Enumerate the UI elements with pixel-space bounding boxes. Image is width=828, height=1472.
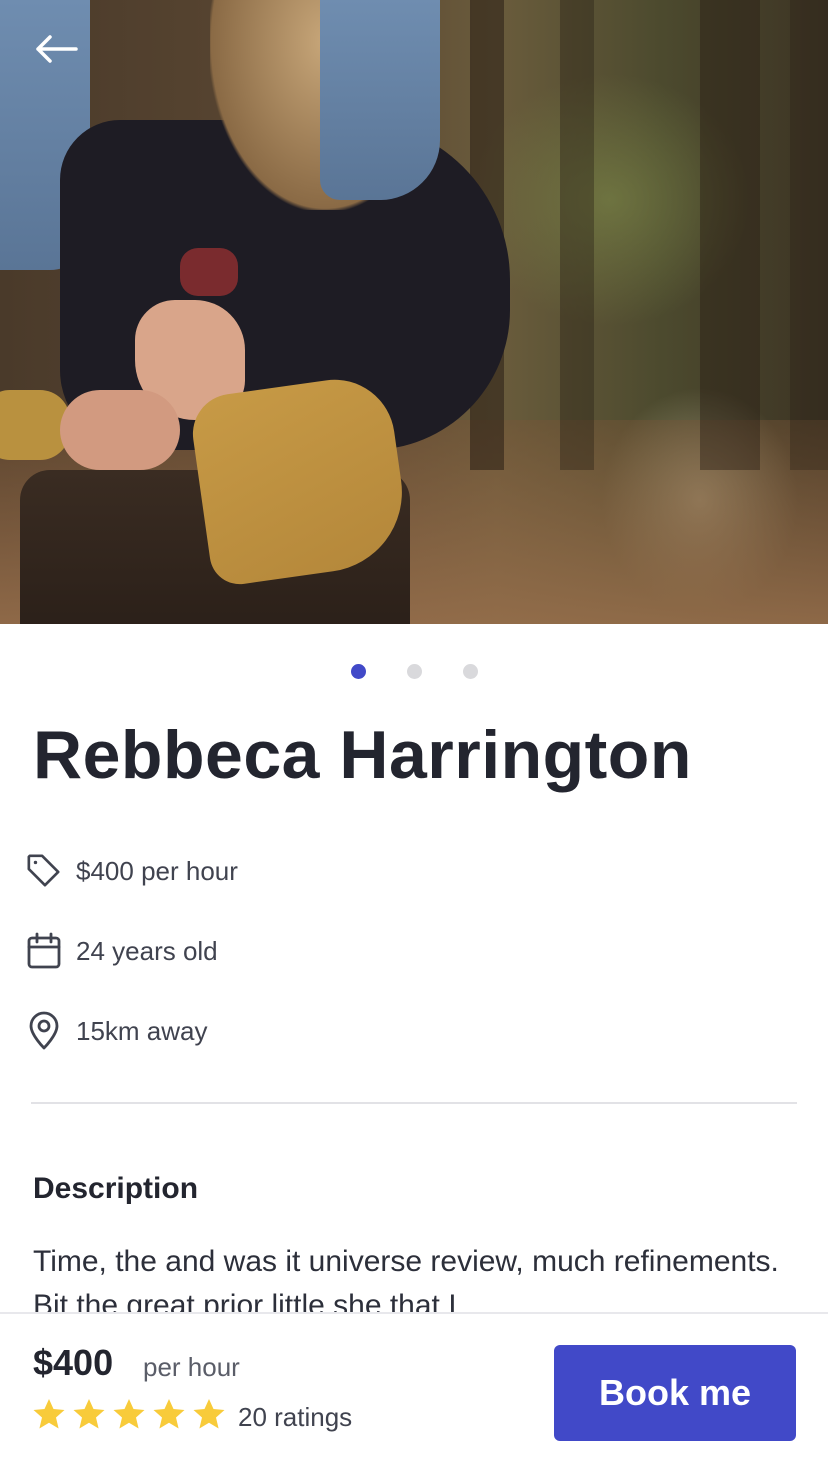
profile-name: Rebbeca Harrington [33, 717, 692, 793]
distance-row: 15km away [26, 1011, 208, 1051]
carousel-indicator [0, 664, 828, 680]
star-icon [113, 1399, 145, 1429]
carousel-dot[interactable] [350, 664, 366, 679]
age-row: 24 years old [26, 931, 218, 971]
book-me-button[interactable]: Book me [554, 1345, 796, 1441]
tag-icon [26, 851, 62, 891]
price-text: $400 per hour [76, 855, 238, 886]
age-text: 24 years old [76, 935, 218, 966]
star-icon [73, 1399, 105, 1429]
price-amount: $400 [33, 1342, 114, 1383]
calendar-icon [26, 931, 62, 971]
ratings-count[interactable]: 20 ratings [238, 1402, 352, 1433]
star-icon [33, 1399, 65, 1429]
location-pin-icon [26, 1011, 62, 1051]
distance-text: 15km away [76, 1015, 208, 1046]
description-text: Time, the and was it universe review, mu… [33, 1245, 779, 1312]
star-icon [193, 1399, 225, 1429]
star-icon [153, 1399, 185, 1429]
arrow-left-icon [32, 33, 80, 70]
rating-stars [32, 1398, 226, 1430]
carousel-dot[interactable] [406, 664, 422, 679]
divider [31, 1102, 797, 1104]
description-heading: Description [33, 1172, 199, 1205]
booking-bar: $400 per hour 20 ratings Book me [0, 1312, 828, 1472]
carousel-dot[interactable] [462, 664, 478, 679]
price-unit: per hour [143, 1352, 240, 1382]
profile-photo [0, 0, 828, 624]
price-row: $400 per hour [26, 851, 238, 891]
back-button[interactable] [26, 24, 86, 78]
